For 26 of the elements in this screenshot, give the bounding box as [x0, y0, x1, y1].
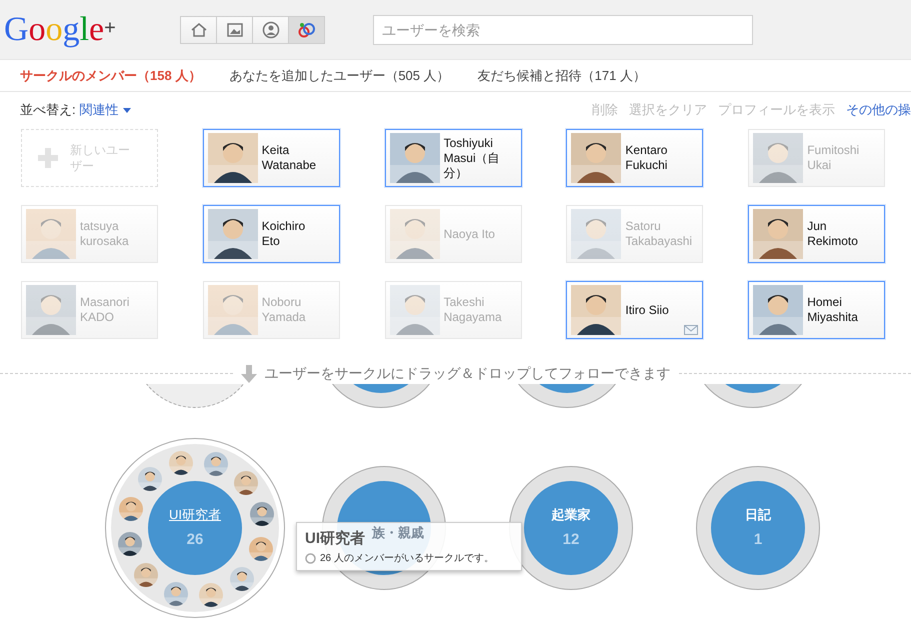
circle-count: 12 [562, 530, 580, 550]
person-name: Keita Watanabe [262, 143, 318, 173]
sort-label: 並べ替え: [20, 101, 76, 120]
person-name: Satoru Takabayashi [625, 219, 694, 249]
person-name: Jun Rekimoto [807, 219, 859, 249]
person-name: Koichiro Eto [262, 219, 306, 249]
circle-name: UI研究者 [169, 506, 221, 524]
person-name: Kentaro Fukuchi [625, 143, 668, 173]
circle-name: 日記 [745, 506, 771, 524]
person-name: tatsuya kurosaka [80, 219, 130, 249]
person-name: Naoya Ito [444, 226, 496, 242]
tooltip-title: UI研究者 [305, 529, 365, 549]
person-name: Toshiyuki Masui（自分） [444, 136, 501, 180]
tooltip-text: 26 人のメンバーがいるサークルです。 [320, 552, 494, 566]
person-name: Masanori KADO [80, 295, 130, 325]
circle-name: 族・親戚 [372, 524, 424, 542]
circle-count: 1 [754, 530, 762, 550]
person-name: Homei Miyashita [807, 295, 859, 325]
person-name: Fumitoshi Ukai [807, 143, 860, 173]
circle-count: 26 [186, 530, 204, 550]
person-name: Itiro Siio [625, 302, 670, 318]
logo-plus: + [104, 16, 116, 40]
person-name: Takeshi Nagayama [444, 295, 503, 325]
person-name: Noboru Yamada [262, 295, 307, 325]
circle-name: 起業家 [552, 506, 590, 524]
drop-hint: ユーザーをサークルにドラッグ＆ドロップしてフォローできます [264, 364, 670, 383]
